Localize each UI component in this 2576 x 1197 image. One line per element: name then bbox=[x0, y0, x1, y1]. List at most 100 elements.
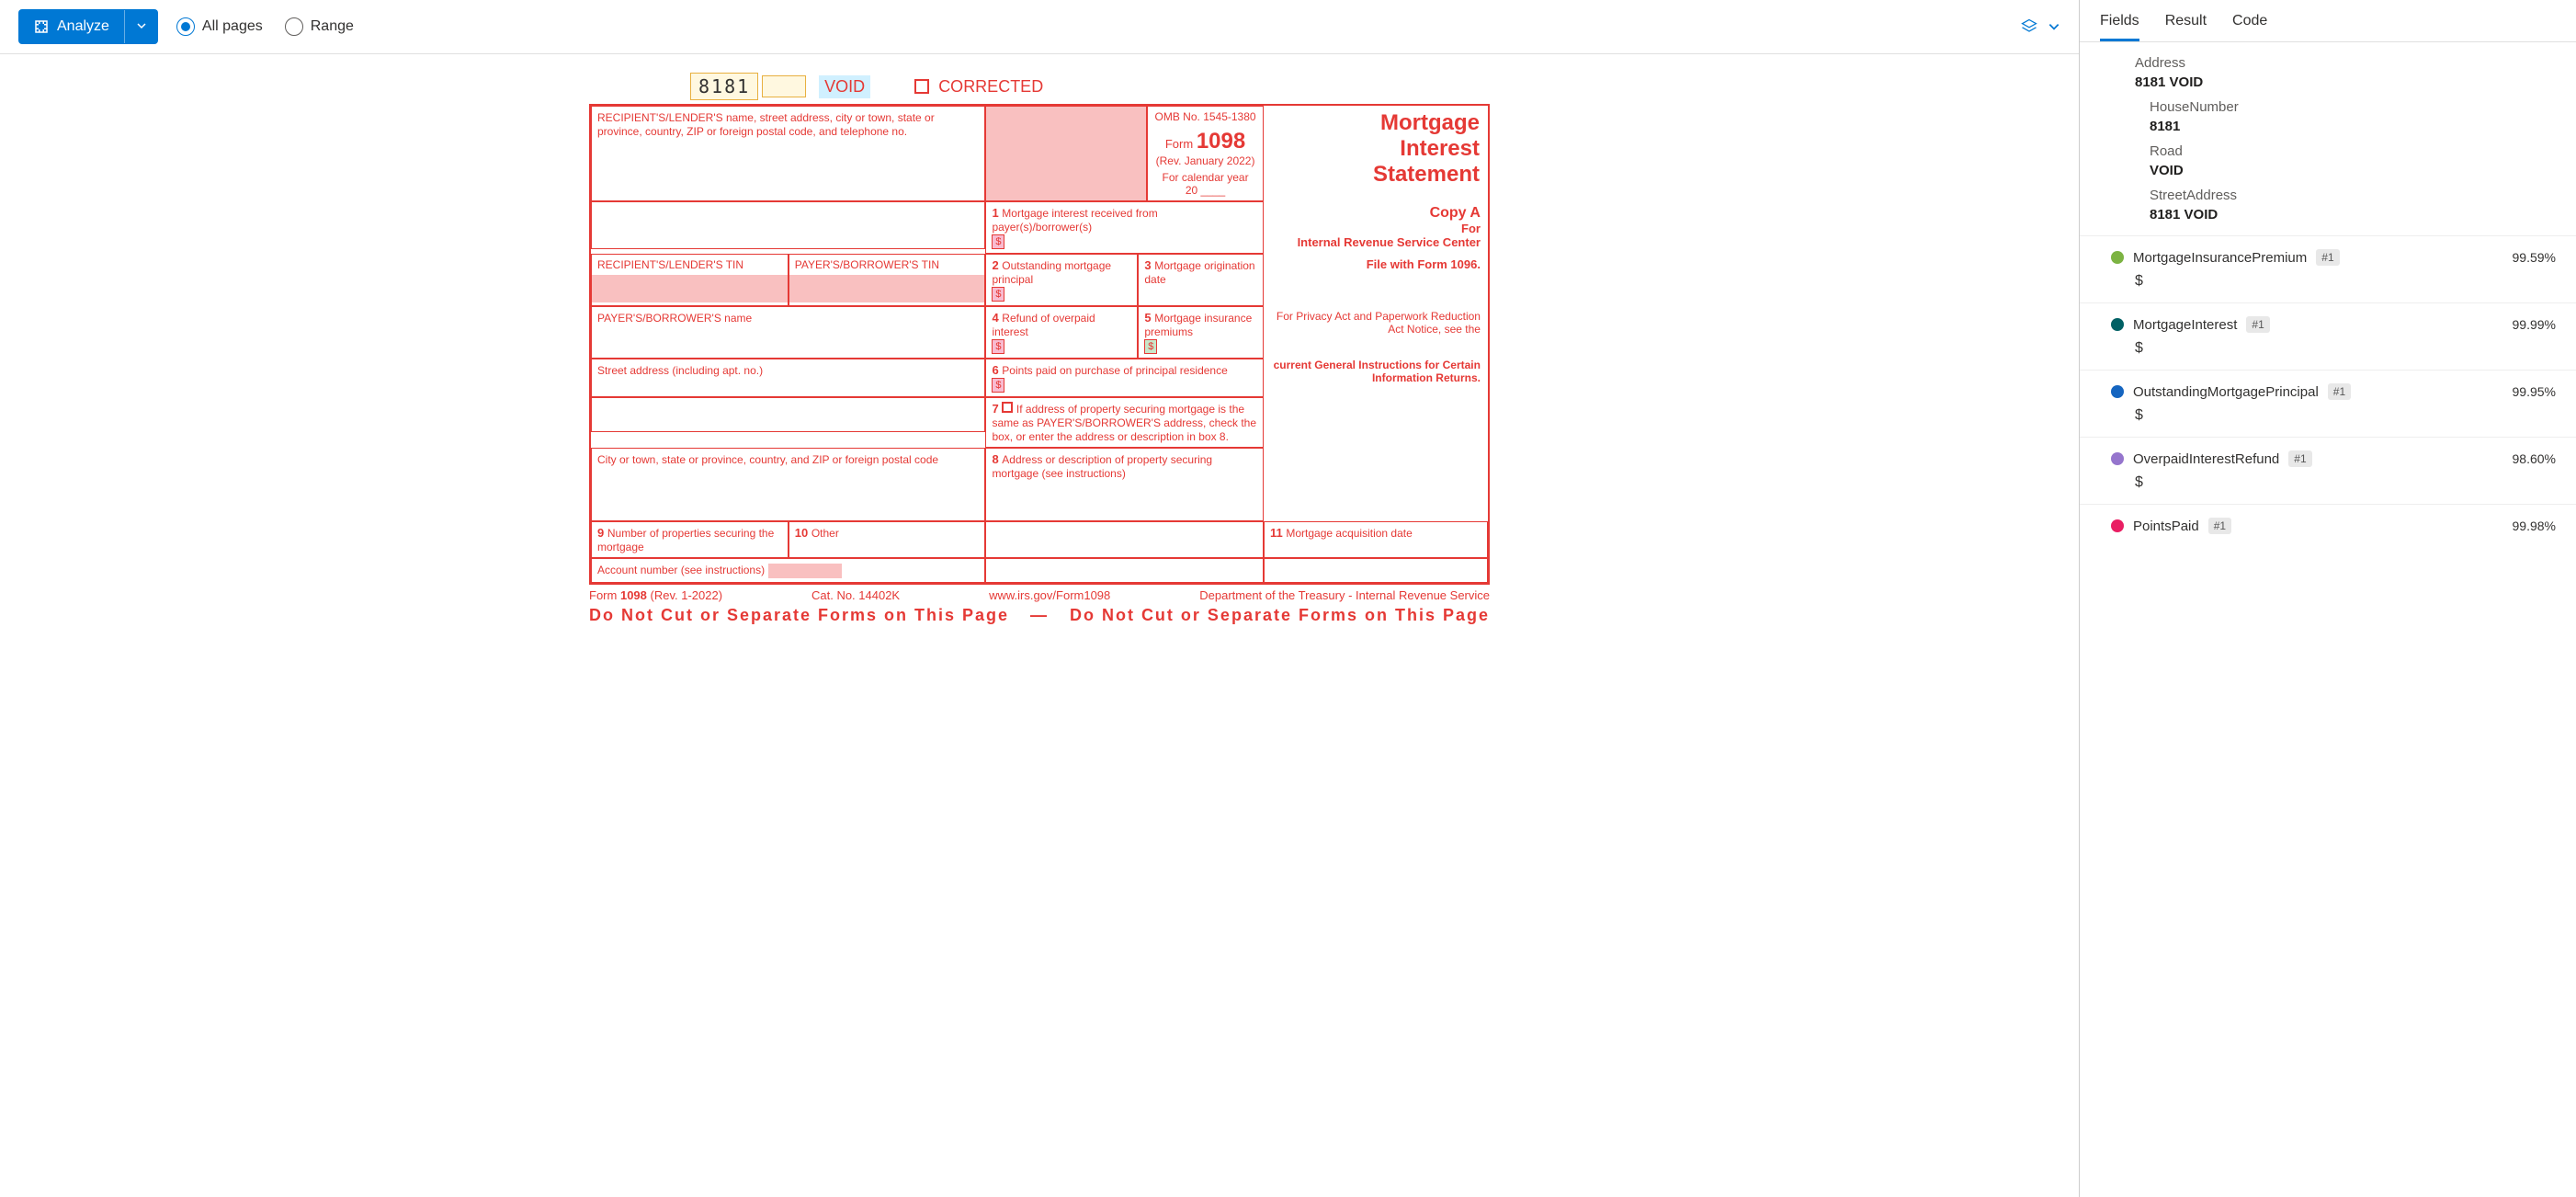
house-label: HouseNumber bbox=[2150, 99, 2556, 115]
payer-tin-label: PAYER'S/BORROWER'S TIN bbox=[795, 258, 980, 271]
form-title: MortgageInterestStatement bbox=[1272, 110, 1480, 188]
analyze-button[interactable]: Analyze bbox=[18, 9, 124, 44]
field-entry[interactable]: OutstandingMortgagePrincipal #1 99.95% $ bbox=[2080, 370, 2576, 437]
field-confidence: 99.98% bbox=[2513, 519, 2556, 533]
field-entry[interactable]: MortgageInterest #1 99.99% $ bbox=[2080, 302, 2576, 370]
analyze-button-group: Analyze bbox=[18, 9, 158, 44]
analyze-label: Analyze bbox=[57, 18, 109, 35]
field-name: OverpaidInterestRefund bbox=[2133, 451, 2279, 467]
dollar-icon: $ bbox=[992, 287, 1004, 302]
color-dot-icon bbox=[2111, 385, 2124, 398]
recipient-label: RECIPIENT'S/LENDER'S name, street addres… bbox=[597, 111, 935, 138]
box3-label: Mortgage origination date bbox=[1144, 259, 1254, 286]
field-value: $ bbox=[2135, 340, 2556, 357]
page-range-group: All pages Range bbox=[176, 17, 354, 36]
color-dot-icon bbox=[2111, 251, 2124, 264]
dollar-icon: $ bbox=[1144, 339, 1157, 354]
payer-name-label: PAYER'S/BORROWER'S name bbox=[597, 312, 752, 325]
radio-label: Range bbox=[311, 18, 354, 35]
privacy-notice: For Privacy Act and Paperwork Reduction … bbox=[1264, 306, 1488, 359]
copy-a: Copy A bbox=[1271, 205, 1481, 222]
field-entry[interactable]: MortgageInsurancePremium #1 99.59% $ bbox=[2080, 235, 2576, 302]
privacy-notice-2: current General Instructions for Certain… bbox=[1264, 359, 1488, 397]
field-name: MortgageInterest bbox=[2133, 317, 2237, 333]
chevron-down-icon bbox=[2048, 20, 2060, 33]
field-name: OutstandingMortgagePrincipal bbox=[2133, 384, 2319, 400]
dollar-icon: $ bbox=[992, 339, 1004, 354]
road-label: Road bbox=[2150, 143, 2556, 159]
street-addr-value: 8181 VOID bbox=[2150, 207, 2556, 222]
field-badge: #1 bbox=[2316, 249, 2339, 266]
field-entry[interactable]: OverpaidInterestRefund #1 98.60% $ bbox=[2080, 437, 2576, 504]
form-number: 1098 bbox=[1197, 129, 1245, 154]
corrected-checkbox bbox=[914, 79, 929, 94]
analyze-icon bbox=[33, 18, 50, 35]
box5-label: Mortgage insurance premiums bbox=[1144, 312, 1252, 338]
chevron-down-icon bbox=[136, 20, 147, 31]
field-value: $ bbox=[2135, 273, 2556, 290]
color-dot-icon bbox=[2111, 452, 2124, 465]
house-value: 8181 bbox=[2150, 119, 2556, 134]
layers-dropdown[interactable] bbox=[2020, 17, 2060, 36]
form-1098: 8181 VOID CORRECTED RECIPIENT'S/LENDER'S… bbox=[589, 73, 1490, 625]
void-label: VOID bbox=[819, 75, 870, 98]
pink-box bbox=[985, 106, 1147, 201]
field-confidence: 99.59% bbox=[2513, 250, 2556, 265]
cal-year: For calendar year bbox=[1153, 171, 1257, 184]
box11-label: Mortgage acquisition date bbox=[1286, 527, 1412, 540]
form-rev: (Rev. January 2022) bbox=[1153, 154, 1257, 167]
file-with: File with Form 1096. bbox=[1264, 254, 1488, 306]
radio-range[interactable]: Range bbox=[285, 17, 354, 36]
radio-label: All pages bbox=[202, 18, 263, 35]
form-code: 8181 bbox=[690, 73, 758, 100]
box8-label: Address or description of property secur… bbox=[992, 453, 1212, 480]
box4-label: Refund of overpaid interest bbox=[992, 312, 1095, 338]
toolbar: Analyze All pages Range bbox=[0, 0, 2079, 54]
street-addr-label: StreetAddress bbox=[2150, 188, 2556, 203]
radio-icon bbox=[285, 17, 303, 36]
omb-label: OMB No. 1545-1380 bbox=[1153, 110, 1257, 123]
radio-all-pages[interactable]: All pages bbox=[176, 17, 263, 36]
field-confidence: 99.95% bbox=[2513, 384, 2556, 399]
tab-result[interactable]: Result bbox=[2165, 13, 2207, 41]
road-value: VOID bbox=[2150, 163, 2556, 178]
city-label: City or town, state or province, country… bbox=[597, 453, 938, 466]
field-name: MortgageInsurancePremium bbox=[2133, 250, 2307, 266]
dollar-icon: $ bbox=[992, 378, 1004, 393]
field-confidence: 98.60% bbox=[2513, 451, 2556, 466]
address-value: 8181 VOID bbox=[2135, 74, 2556, 90]
field-badge: #1 bbox=[2288, 450, 2311, 467]
field-badge: #1 bbox=[2328, 383, 2351, 400]
box6-label: Points paid on purchase of principal res… bbox=[1002, 364, 1227, 377]
recip-tin-label: RECIPIENT'S/LENDER'S TIN bbox=[597, 258, 782, 271]
corrected-label: CORRECTED bbox=[938, 77, 1043, 97]
dollar-icon: $ bbox=[992, 234, 1004, 249]
field-badge: #1 bbox=[2246, 316, 2269, 333]
fields-body[interactable]: Address 8181 VOID HouseNumber 8181 Road … bbox=[2080, 42, 2576, 1197]
document-viewport[interactable]: 8181 VOID CORRECTED RECIPIENT'S/LENDER'S… bbox=[0, 54, 2079, 1197]
form-footer: Form 1098 (Rev. 1-2022) Cat. No. 14402K … bbox=[589, 588, 1490, 602]
acct-label: Account number (see instructions) bbox=[597, 564, 765, 576]
box10-label: Other bbox=[811, 527, 839, 540]
field-value: $ bbox=[2135, 474, 2556, 491]
color-dot-icon bbox=[2111, 318, 2124, 331]
field-name: PointsPaid bbox=[2133, 519, 2199, 534]
box9-label: Number of properties securing the mortga… bbox=[597, 527, 774, 553]
radio-icon bbox=[176, 17, 195, 36]
box7-checkbox bbox=[1002, 402, 1013, 413]
tab-code[interactable]: Code bbox=[2232, 13, 2267, 41]
analyze-dropdown[interactable] bbox=[124, 10, 158, 43]
box1-label: Mortgage interest received from payer(s)… bbox=[992, 207, 1157, 234]
field-value: $ bbox=[2135, 407, 2556, 424]
box2-label: Outstanding mortgage principal bbox=[992, 259, 1111, 286]
street-label: Street address (including apt. no.) bbox=[597, 364, 763, 377]
field-confidence: 99.99% bbox=[2513, 317, 2556, 332]
field-badge: #1 bbox=[2208, 518, 2231, 534]
tabs: Fields Result Code bbox=[2080, 0, 2576, 42]
field-entry[interactable]: PointsPaid #1 99.98% bbox=[2080, 504, 2576, 547]
for-label: For bbox=[1271, 222, 1481, 235]
form-warning: Do Not Cut or Separate Forms on This Pag… bbox=[589, 606, 1490, 625]
form-code-blank bbox=[762, 75, 806, 97]
color-dot-icon bbox=[2111, 519, 2124, 532]
tab-fields[interactable]: Fields bbox=[2100, 13, 2139, 41]
